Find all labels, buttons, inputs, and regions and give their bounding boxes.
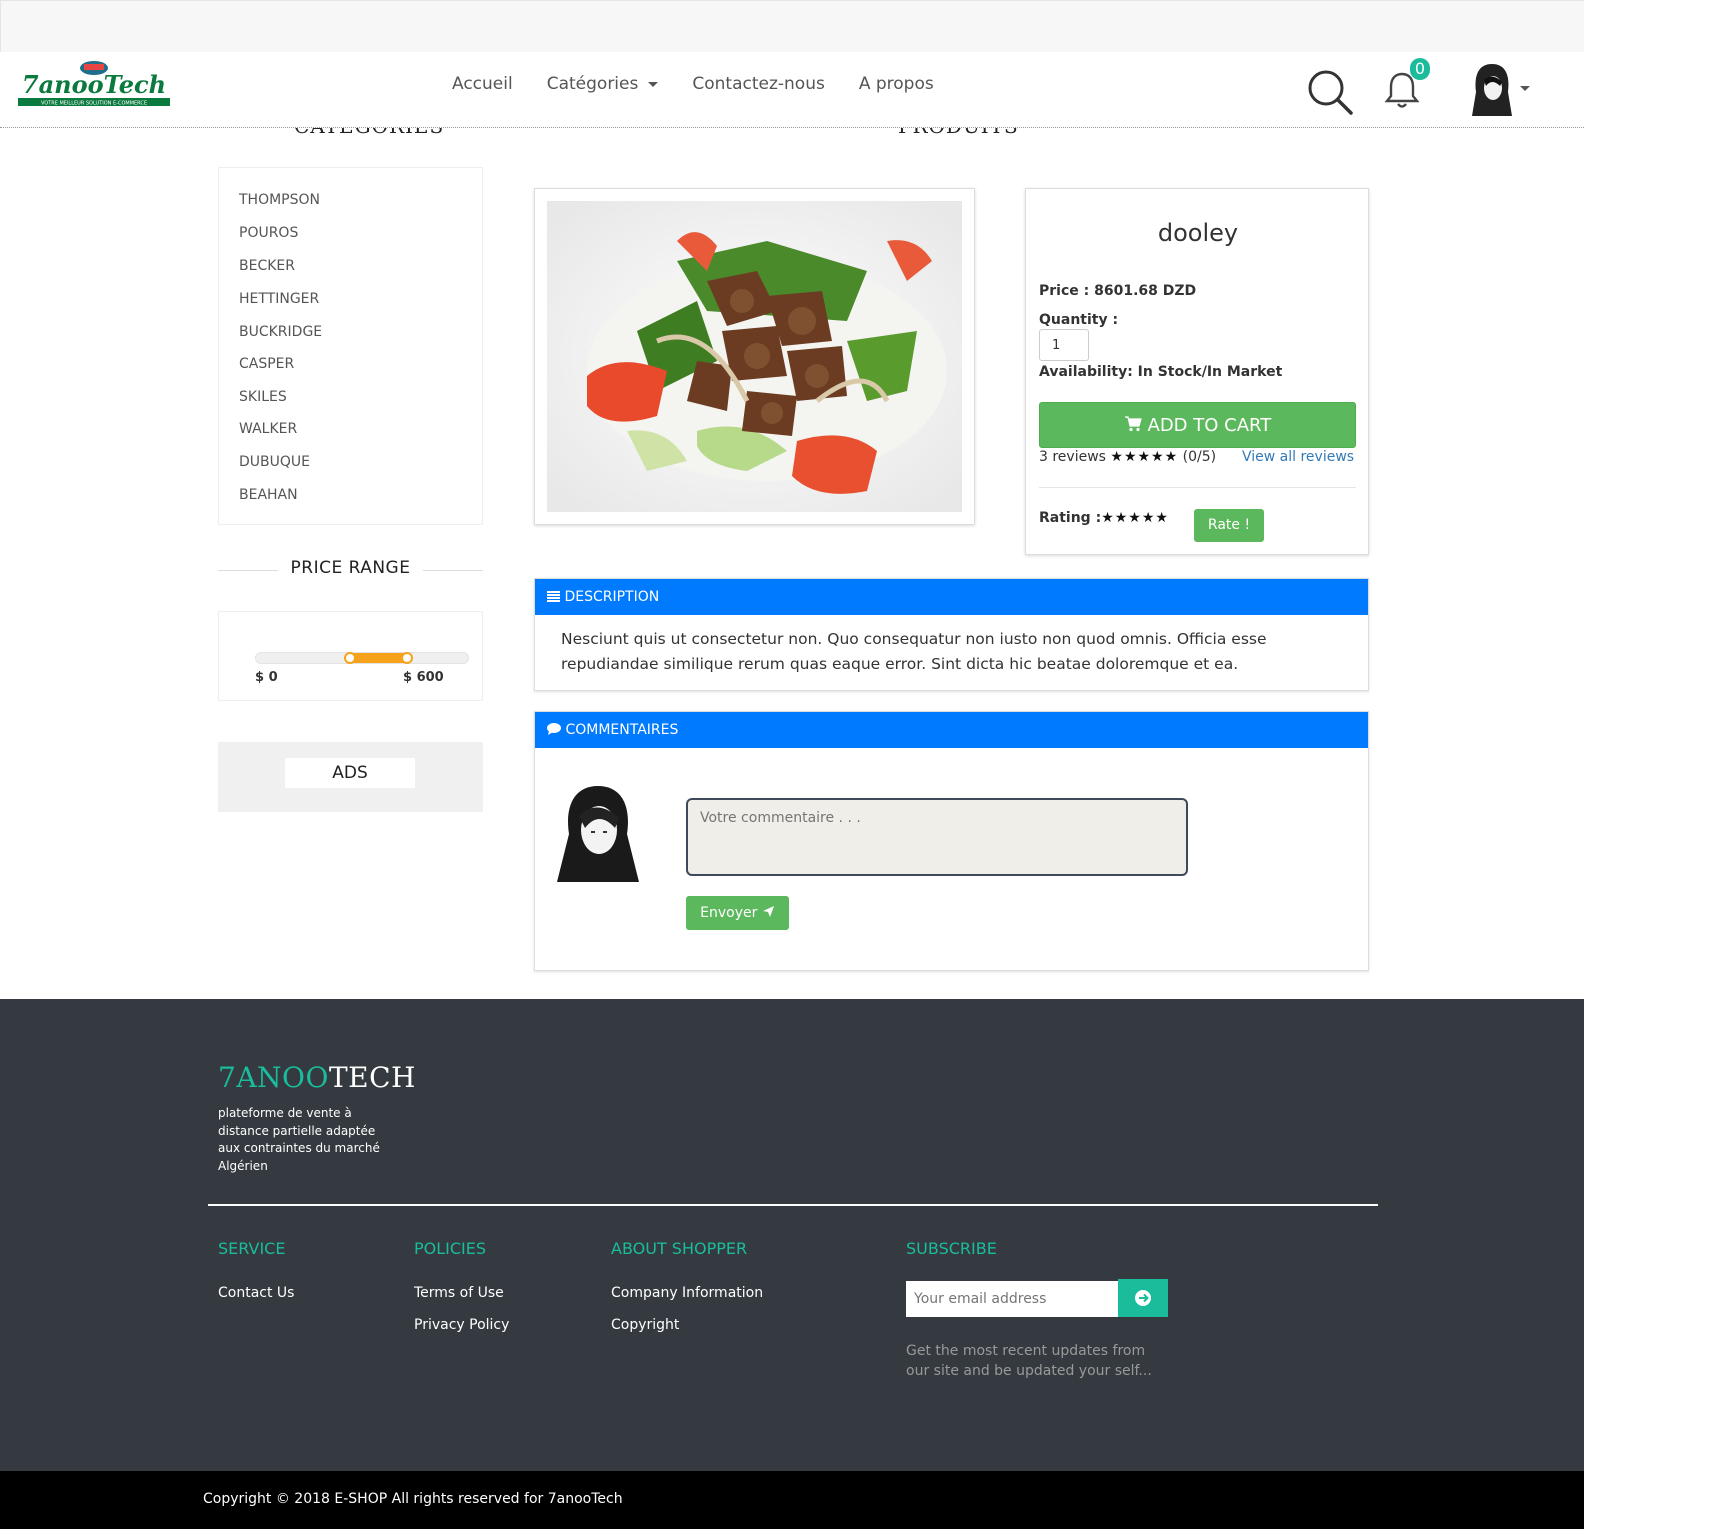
quantity-label: Quantity :: [1039, 312, 1119, 328]
price-min-label: $ 0: [255, 670, 278, 685]
reviews-count: 3 reviews: [1039, 449, 1106, 465]
copyright-text: Copyright © 2018 E-SHOP All rights reser…: [203, 1491, 623, 1507]
copyright-bar: Copyright © 2018 E-SHOP All rights reser…: [0, 1471, 1584, 1529]
footer-brand-part2: TECH: [328, 1061, 416, 1094]
category-item[interactable]: WALKER: [239, 421, 297, 437]
page: 7anooTech VOTRE MEILLEUR SOLUTION E-COMM…: [0, 0, 1709, 1529]
footer-tagline: plateforme de vente à distance partielle…: [218, 1106, 380, 1173]
subscribe-button[interactable]: [1118, 1279, 1168, 1317]
category-list: THOMPSON POUROS BECKER HETTINGER BUCKRID…: [218, 167, 483, 525]
availability-text: Availability: In Stock/In Market: [1039, 364, 1283, 380]
paper-plane-icon: [762, 905, 775, 921]
description-title: DESCRIPTION: [564, 589, 660, 605]
category-item[interactable]: POUROS: [239, 225, 298, 241]
comments-header: COMMENTAIRES: [535, 712, 1368, 748]
top-strip: [0, 0, 1584, 52]
terms-link[interactable]: Terms of Use: [414, 1285, 504, 1301]
logo-tagline: VOTRE MEILLEUR SOLUTION E-COMMERCE: [41, 101, 147, 107]
price-slider[interactable]: [255, 652, 469, 664]
quantity-input[interactable]: [1039, 329, 1089, 361]
category-item[interactable]: SKILES: [239, 389, 287, 405]
contact-us-link[interactable]: Contact Us: [218, 1285, 294, 1301]
products-heading: PRODUITS: [898, 128, 1019, 138]
star-icons: ★★★★★: [1110, 449, 1179, 465]
nav-home[interactable]: Accueil: [452, 74, 513, 94]
about-heading: ABOUT SHOPPER: [611, 1239, 748, 1258]
comment-icon: [547, 722, 565, 738]
commenter-avatar: [555, 782, 641, 882]
view-all-reviews-link[interactable]: View all reviews: [1242, 449, 1354, 465]
brand-logo[interactable]: 7anooTech VOTRE MEILLEUR SOLUTION E-COMM…: [16, 60, 172, 112]
navbar: 7anooTech VOTRE MEILLEUR SOLUTION E-COMM…: [0, 52, 1584, 128]
product-image-frame: [534, 188, 975, 525]
reviews-summary: 3 reviews ★★★★★ (0/5): [1039, 449, 1216, 465]
description-header: DESCRIPTION: [535, 579, 1368, 615]
ads-label: ADS: [285, 758, 415, 788]
price-slider-min-handle[interactable]: [344, 652, 356, 664]
subscribe-text: Get the most recent updates from our sit…: [906, 1343, 1152, 1379]
product-price: Price : 8601.68 DZD: [1039, 283, 1197, 299]
ads-box: ADS: [218, 742, 483, 812]
arrow-circle-icon: [1135, 1290, 1151, 1306]
nav-categories-label: Catégories: [546, 74, 639, 94]
category-item[interactable]: BEAHAN: [239, 487, 298, 503]
nav-categories[interactable]: Catégories: [547, 74, 659, 94]
list-icon: [547, 589, 564, 605]
category-item[interactable]: THOMPSON: [239, 192, 320, 208]
comment-input[interactable]: [686, 798, 1188, 876]
divider: [1039, 487, 1356, 488]
privacy-link[interactable]: Privacy Policy: [414, 1317, 509, 1333]
send-label: Envoyer: [700, 905, 758, 921]
user-avatar[interactable]: [1470, 62, 1514, 116]
categories-heading: CATEGORIES: [294, 128, 444, 138]
service-heading: SERVICE: [218, 1239, 286, 1258]
price-slider-range: [348, 653, 408, 663]
copyright-link[interactable]: Copyright: [611, 1317, 679, 1333]
logo-text: 7anooTech: [22, 70, 166, 99]
nav-contact[interactable]: Contactez-nous: [692, 74, 824, 94]
price-slider-max-handle[interactable]: [401, 652, 413, 664]
category-item[interactable]: BECKER: [239, 258, 295, 274]
search-icon[interactable]: [1306, 68, 1354, 116]
nav-about[interactable]: A propos: [859, 74, 934, 94]
price-range-box: $ 0 $ 600: [218, 611, 483, 701]
notification-badge: 0: [1410, 58, 1430, 80]
footer-brand-part1: 7ANOO: [218, 1061, 329, 1094]
comments-panel: COMMENTAIRES Envoyer: [534, 711, 1369, 971]
rating-star-icons[interactable]: ★★★★★: [1101, 510, 1169, 526]
review-score: (0/5): [1182, 449, 1217, 465]
email-input[interactable]: [906, 1281, 1118, 1317]
company-info-link[interactable]: Company Information: [611, 1285, 763, 1301]
add-to-cart-label: ADD TO CART: [1147, 415, 1272, 436]
products-heading-text: PRODUITS: [898, 128, 1019, 138]
category-item[interactable]: HETTINGER: [239, 291, 319, 307]
footer: 7ANOOTECH plateforme de vente à distance…: [0, 999, 1584, 1471]
category-item[interactable]: CASPER: [239, 356, 294, 372]
product-image[interactable]: [547, 201, 962, 512]
footer-brand: 7ANOOTECH: [218, 1061, 416, 1094]
rating-widget: Rating :★★★★★: [1039, 510, 1169, 526]
nav-links: Accueil Catégories Contactez-nous A prop…: [452, 74, 968, 94]
product-name: dooley: [1157, 219, 1239, 247]
category-item[interactable]: DUBUQUE: [239, 454, 310, 470]
chevron-down-icon[interactable]: [1520, 86, 1530, 91]
send-comment-button[interactable]: Envoyer: [686, 896, 789, 930]
rate-button[interactable]: Rate !: [1194, 509, 1264, 542]
add-to-cart-button[interactable]: ADD TO CART: [1039, 402, 1356, 448]
cart-icon: [1124, 415, 1148, 436]
product-info: dooley Price : 8601.68 DZD Quantity : Av…: [1025, 188, 1369, 555]
rating-label: Rating :: [1039, 510, 1102, 526]
comments-title: COMMENTAIRES: [565, 722, 679, 738]
policies-heading: POLICIES: [414, 1239, 487, 1258]
price-range-title: PRICE RANGE: [218, 558, 483, 578]
price-max-label: $ 600: [403, 670, 444, 685]
description-text: Nesciunt quis ut consectetur non. Quo co…: [561, 630, 1267, 673]
categories-heading-text: CATEGORIES: [294, 128, 444, 138]
footer-divider: [208, 1204, 1378, 1206]
subscribe-heading: SUBSCRIBE: [906, 1239, 997, 1258]
description-panel: DESCRIPTION Nesciunt quis ut consectetur…: [534, 578, 1369, 691]
chevron-down-icon: [648, 81, 659, 87]
category-item[interactable]: BUCKRIDGE: [239, 324, 322, 340]
